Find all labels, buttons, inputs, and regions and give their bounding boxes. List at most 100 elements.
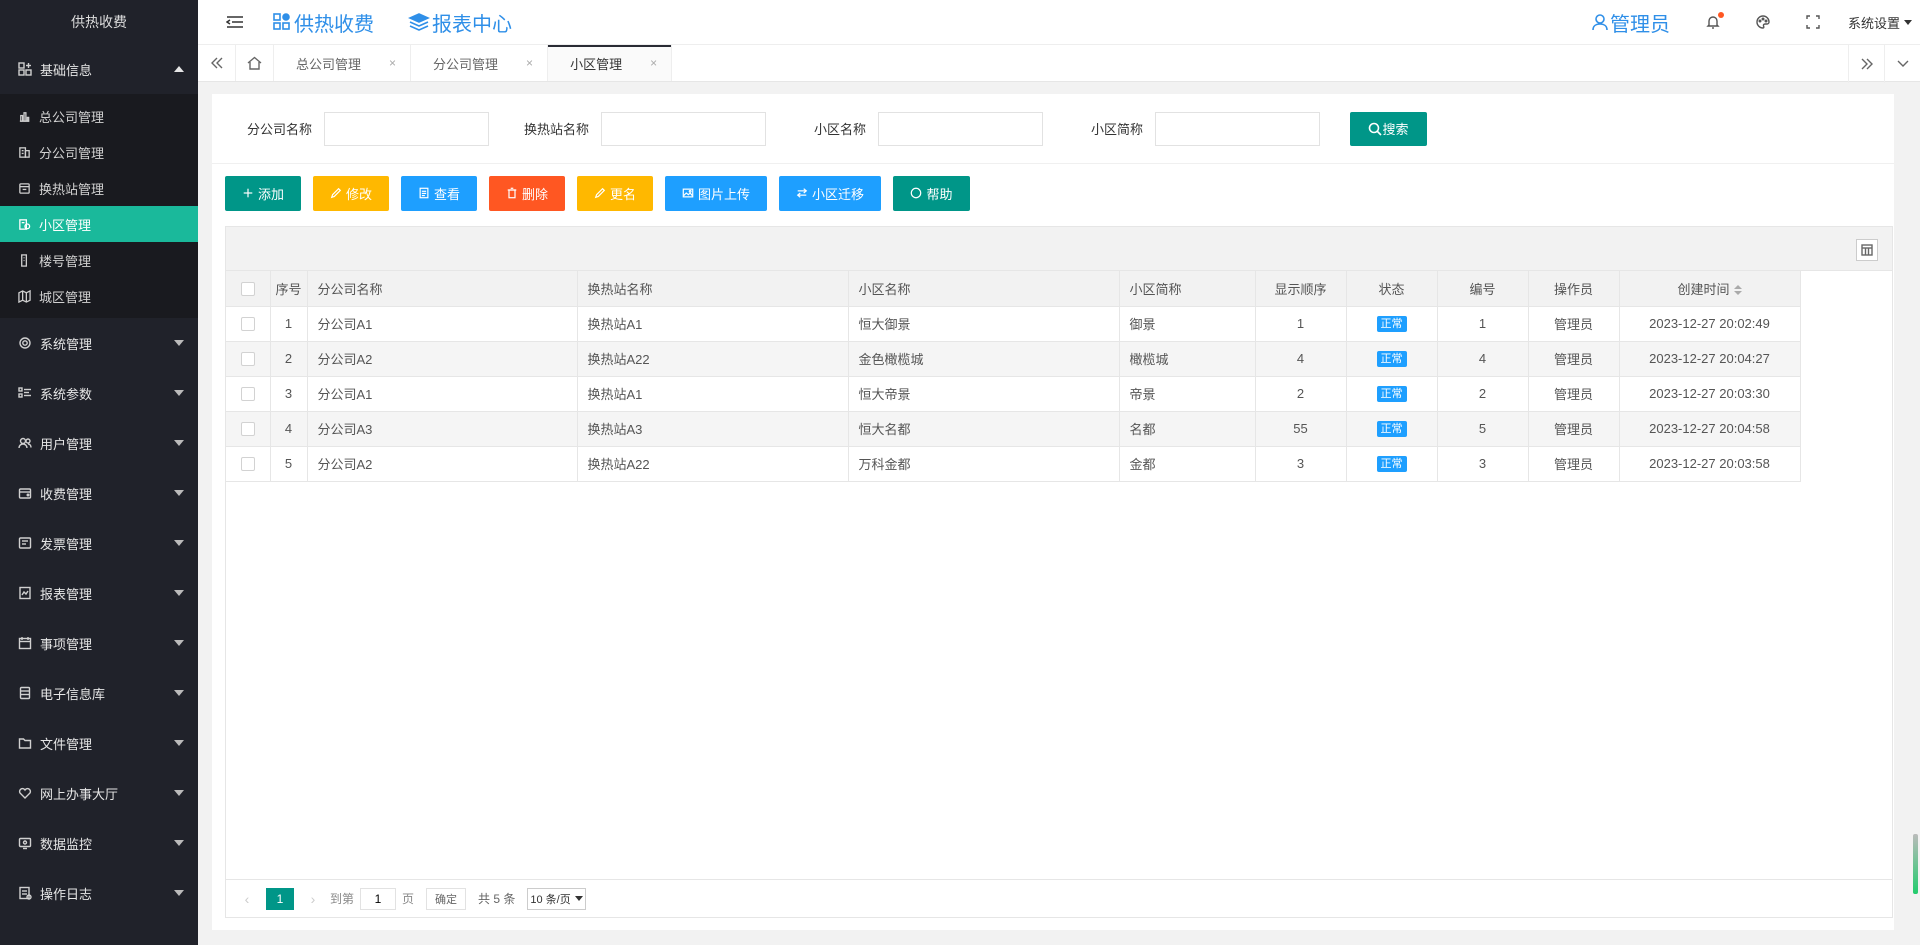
system-settings-menu[interactable]: 系统设置 — [1848, 13, 1912, 32]
sidebar-item[interactable]: 分公司管理 — [0, 134, 198, 170]
sidebar-group-header[interactable]: 用户管理 — [0, 418, 198, 468]
sidebar-item[interactable]: 总公司管理 — [0, 98, 198, 134]
sidebar-group-label: 电子信息库 — [40, 686, 106, 702]
sidebar-group-header[interactable]: 文件管理 — [0, 718, 198, 768]
sidebar-item[interactable]: 换热站管理 — [0, 170, 198, 206]
sidebar-group-header[interactable]: 报表管理 — [0, 568, 198, 618]
table-row[interactable]: 1 分公司A1 换热站A1 恒大御景 御景 1 正常 1 管理员 2023-12-27 20:02… — [226, 305, 1801, 342]
row-select-cell[interactable] — [226, 340, 271, 377]
cell-short: 橄榄城 — [1118, 340, 1256, 377]
select-all-checkbox[interactable] — [240, 282, 255, 297]
sidebar-group-header[interactable]: 收费管理 — [0, 468, 198, 518]
row-select-cell[interactable] — [226, 375, 271, 412]
tabs-dropdown[interactable] — [1884, 45, 1920, 83]
page-size-select[interactable]: 10 条/页 — [527, 887, 586, 910]
cell-branch: 分公司A2 — [306, 340, 578, 377]
top-nav-heating[interactable]: 供热收费 — [272, 8, 374, 37]
community-name-input[interactable] — [878, 111, 1043, 146]
table-row[interactable]: 5 分公司A2 换热站A22 万科金都 金都 3 正常 3 管理员 2023-12-27 20:0… — [226, 445, 1801, 482]
cell-order: 55 — [1254, 410, 1347, 447]
top-nav-report[interactable]: 报表中心 — [408, 8, 512, 37]
cell-created: 2023-12-27 20:04:27 — [1618, 340, 1801, 377]
tab[interactable]: 分公司管理 × — [411, 45, 549, 81]
community-name-label: 小区名称 — [813, 122, 866, 137]
select-all-cell[interactable] — [226, 271, 271, 307]
sidebar-group-header[interactable]: 系统参数 — [0, 368, 198, 418]
sort-icon[interactable] — [1733, 285, 1742, 296]
toolbar-button[interactable]: 添加 — [225, 175, 301, 211]
tab-close-icon[interactable]: × — [650, 56, 657, 70]
cell-branch: 分公司A2 — [306, 445, 578, 482]
menu-toggle-icon[interactable] — [226, 15, 244, 29]
admin-user[interactable]: 管理员 — [1590, 8, 1670, 37]
toolbar-button[interactable]: 小区迁移 — [779, 175, 881, 211]
tab-close-icon[interactable]: × — [526, 56, 533, 70]
tab[interactable]: 小区管理 × — [548, 45, 673, 81]
sidebar-group-header[interactable]: 数据监控 — [0, 818, 198, 868]
table-row[interactable]: 4 分公司A3 换热站A3 恒大名都 名都 55 正常 5 管理员 2023-12-27 20:0… — [226, 410, 1801, 447]
notification-bell[interactable] — [1705, 12, 1724, 30]
action-toolbar: 添加 修改 查看 删除 更名 图片上传 小区迁移 帮助 — [212, 164, 1894, 222]
caret-down-icon — [174, 840, 184, 846]
tabs-scroll-right[interactable] — [1848, 45, 1884, 83]
prev-page-button[interactable]: ‹ — [236, 891, 258, 907]
sidebar-group-header[interactable]: 网上办事大厅 — [0, 768, 198, 818]
document-icon — [419, 187, 429, 199]
toolbar-button[interactable]: 查看 — [401, 175, 477, 211]
goto-page-input[interactable] — [360, 887, 397, 910]
next-page-button[interactable]: › — [302, 891, 324, 907]
goto-confirm-button[interactable]: 确定 — [426, 887, 467, 910]
toolbar-button[interactable]: 修改 — [313, 175, 389, 211]
row-select-cell[interactable] — [226, 305, 271, 342]
search-button[interactable]: 搜索 — [1350, 111, 1427, 146]
sidebar-group-header[interactable]: 基础信息 — [0, 44, 198, 94]
current-page[interactable]: 1 — [266, 887, 294, 910]
table-row[interactable]: 2 分公司A2 换热站A22 金色橄榄城 橄榄城 4 正常 4 管理员 2023-12-27 20… — [226, 340, 1801, 377]
sidebar-group-header[interactable]: 系统管理 — [0, 318, 198, 368]
row-select-cell[interactable] — [226, 410, 271, 447]
sidebar-group-label: 收费管理 — [40, 486, 93, 502]
tabs-scroll-left[interactable] — [198, 45, 236, 81]
list-icon — [18, 387, 31, 398]
page-scrollbar[interactable] — [1913, 834, 1918, 894]
theme-button[interactable] — [1755, 14, 1771, 30]
community-table: 序号 分公司名称 换热站名称 小区名称 小区简称 显示顺序 状态 编号 操作员 … — [226, 271, 1801, 482]
row-checkbox[interactable] — [240, 422, 255, 437]
fullscreen-button[interactable] — [1805, 14, 1821, 30]
tab-home[interactable] — [236, 45, 274, 81]
row-checkbox[interactable] — [240, 387, 255, 402]
toolbar-button[interactable]: 图片上传 — [665, 175, 767, 211]
column-filter-button[interactable] — [1856, 239, 1878, 261]
sidebar-group-header[interactable]: 电子信息库 — [0, 668, 198, 718]
toolbar-button[interactable]: 删除 — [489, 175, 565, 211]
top-nav: 供热收费 报表中心 — [272, 8, 546, 37]
branch-name-input[interactable] — [324, 111, 489, 146]
row-select-cell[interactable] — [226, 445, 271, 482]
col-created[interactable]: 创建时间 — [1618, 271, 1801, 307]
cell-order: 3 — [1254, 445, 1347, 482]
toolbar-button[interactable]: 更名 — [577, 175, 653, 211]
station-name-input[interactable] — [601, 111, 766, 146]
row-checkbox[interactable] — [240, 457, 255, 472]
sidebar-group-header[interactable]: 操作日志 — [0, 868, 198, 918]
sidebar-group-header[interactable]: 发票管理 — [0, 518, 198, 568]
row-checkbox[interactable] — [240, 352, 255, 367]
sidebar-group-header[interactable]: 事项管理 — [0, 618, 198, 668]
bar-chart-icon — [19, 111, 30, 122]
sidebar-group: 数据监控 — [0, 818, 198, 868]
sidebar-item[interactable]: 楼号管理 — [0, 242, 198, 278]
double-chevron-left-icon — [210, 57, 222, 69]
sidebar-item[interactable]: 小区管理 — [0, 206, 198, 242]
cell-created: 2023-12-27 20:03:58 — [1618, 445, 1801, 482]
cell-station: 换热站A22 — [576, 340, 849, 377]
cell-community: 金色橄榄城 — [847, 340, 1120, 377]
database-icon — [19, 686, 31, 700]
list-icon-wrap — [18, 386, 32, 400]
toolbar-button[interactable]: 帮助 — [893, 175, 970, 211]
row-checkbox[interactable] — [240, 317, 255, 332]
table-row[interactable]: 3 分公司A1 换热站A1 恒大帝景 帝景 2 正常 2 管理员 2023-12-27 20:03… — [226, 375, 1801, 412]
tab-close-icon[interactable]: × — [389, 56, 396, 70]
tab[interactable]: 总公司管理 × — [274, 45, 412, 81]
community-short-input[interactable] — [1155, 111, 1320, 146]
sidebar-item[interactable]: 城区管理 — [0, 278, 198, 314]
